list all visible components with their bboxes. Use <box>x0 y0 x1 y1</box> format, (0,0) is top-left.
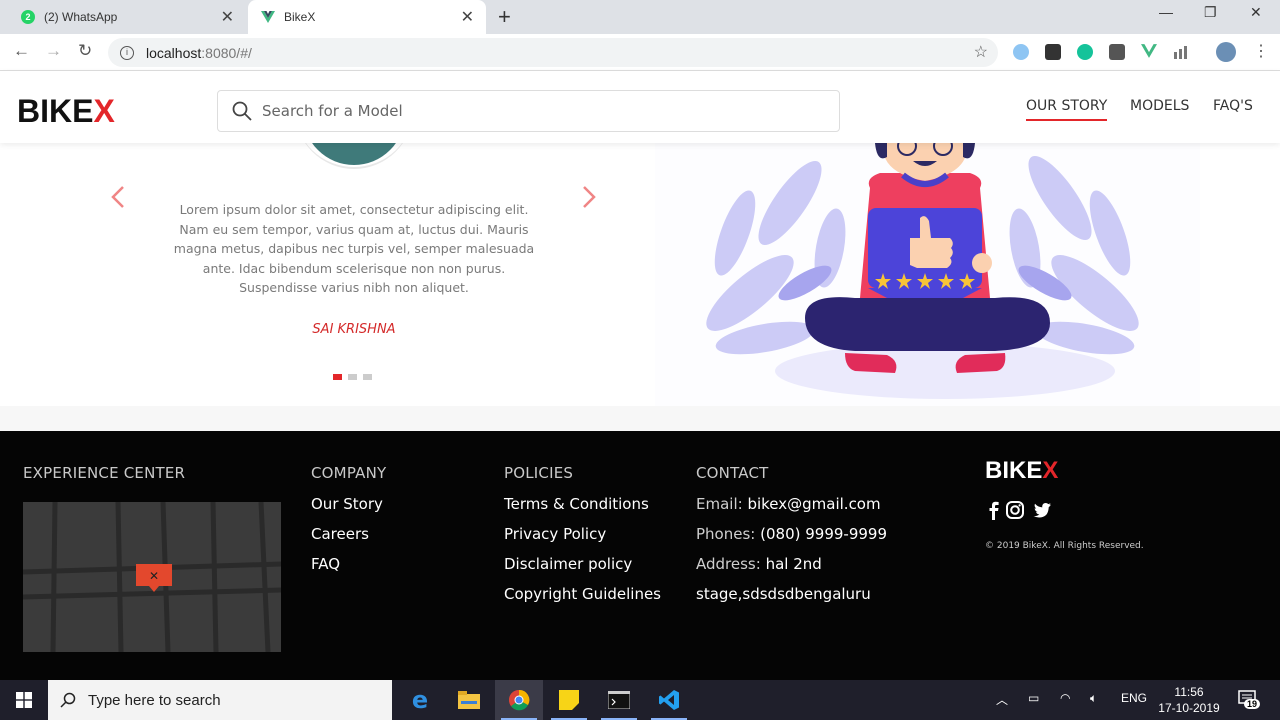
footer-link-disclaimer[interactable]: Disclaimer policy <box>504 555 632 573</box>
info-icon[interactable]: i <box>120 45 134 60</box>
reload-icon[interactable]: ↻ <box>78 41 92 61</box>
windows-start-icon[interactable] <box>0 680 48 720</box>
language-indicator[interactable]: ENG <box>1121 691 1147 705</box>
footer-heading-company: COMPANY <box>311 464 387 482</box>
file-explorer-icon[interactable] <box>445 680 493 720</box>
tab-bikex[interactable]: BikeX ✕ <box>248 0 486 34</box>
whatsapp-icon: 2 <box>20 9 36 25</box>
carousel-dot[interactable] <box>333 374 342 380</box>
nav-faqs[interactable]: FAQ'S <box>1213 98 1253 114</box>
footer-heading-policies: POLICIES <box>504 464 574 482</box>
tab-title: BikeX <box>284 10 316 24</box>
thumbs-up-illustration <box>655 143 1200 406</box>
url-path: :8080/#/ <box>201 44 252 61</box>
forward-icon[interactable]: → <box>45 41 62 61</box>
testimonial-quote: Lorem ipsum dolor sit amet, consectetur … <box>173 202 535 295</box>
copyright-text: © 2019 BikeX. All Rights Reserved. <box>985 541 1144 551</box>
clock-date: 17-10-2019 <box>1158 701 1220 715</box>
new-tab-icon[interactable]: + <box>498 4 511 30</box>
footer-logo[interactable]: BIKEX <box>985 457 1058 485</box>
close-icon[interactable]: ✕ <box>461 7 474 27</box>
stats-icon[interactable] <box>1173 44 1189 60</box>
site-header: BIKEX OUR STORY MODELS FAQ'S <box>0 71 1280 143</box>
volume-muted-icon[interactable]: 🔈︎ <box>1090 691 1097 706</box>
notification-count: 19 <box>1244 699 1261 709</box>
close-icon[interactable]: ✕ <box>221 7 234 27</box>
instagram-icon[interactable] <box>1005 500 1025 520</box>
site-footer: EXPERIENCE CENTER ✕ COMPANY Our Story Ca… <box>0 431 1280 680</box>
url-field[interactable]: i localhost:8080/#/ ☆ <box>108 38 998 67</box>
contact-address: Address: hal 2nd <box>696 555 822 573</box>
footer-link-privacy[interactable]: Privacy Policy <box>504 525 606 543</box>
browser-tabbar: 2 (2) WhatsApp ✕ BikeX ✕ + — ❐ ✕ <box>0 0 1280 34</box>
extension-icon[interactable] <box>1045 44 1061 60</box>
tab-title: (2) WhatsApp <box>44 10 118 24</box>
carousel-indicators <box>333 374 372 380</box>
window-close-icon[interactable]: ✕ <box>1250 4 1262 21</box>
edge-icon[interactable]: e <box>396 680 444 720</box>
svg-text:✕: ✕ <box>149 569 159 583</box>
wifi-icon[interactable]: ◠ <box>1060 691 1070 705</box>
nav-our-story[interactable]: OUR STORY <box>1026 98 1108 121</box>
back-icon[interactable]: ← <box>13 41 30 61</box>
vue-icon <box>260 9 276 25</box>
tray-chevron-up-icon[interactable]: ︿ <box>996 691 1008 708</box>
footer-link-our-story[interactable]: Our Story <box>311 495 383 513</box>
clock[interactable]: 11:56 17-10-2019 <box>1150 684 1228 716</box>
notifications-icon[interactable]: 19 <box>1238 690 1261 713</box>
tab-whatsapp[interactable]: 2 (2) WhatsApp ✕ <box>8 0 246 34</box>
contact-email: Email: bikex@gmail.com <box>696 495 881 513</box>
footer-heading-experience: EXPERIENCE CENTER <box>23 464 186 482</box>
clock-time: 11:56 <box>1174 685 1204 699</box>
extension-download-icon[interactable] <box>1109 44 1125 60</box>
location-map[interactable]: ✕ <box>23 502 281 652</box>
footer-link-terms[interactable]: Terms & Conditions <box>504 495 649 513</box>
profile-avatar[interactable] <box>1216 42 1236 62</box>
twitter-icon[interactable] <box>1032 500 1052 520</box>
chevron-left-icon[interactable] <box>110 185 126 209</box>
sticky-notes-icon[interactable] <box>545 680 593 720</box>
footer-link-careers[interactable]: Careers <box>311 525 369 543</box>
taskbar-search-placeholder: Type here to search <box>88 691 221 709</box>
model-search[interactable] <box>217 90 840 132</box>
site-logo[interactable]: BIKEX <box>17 93 115 130</box>
footer-link-copyright[interactable]: Copyright Guidelines <box>504 585 661 603</box>
facebook-icon[interactable] <box>984 500 1004 520</box>
search-input[interactable] <box>262 102 822 120</box>
minimize-icon[interactable]: — <box>1159 4 1173 20</box>
footer-heading-contact: CONTACT <box>696 464 769 482</box>
testimonial-author: SAI KRISHNA <box>312 322 396 337</box>
section-divider <box>0 406 1280 431</box>
restore-icon[interactable]: ❐ <box>1204 4 1217 21</box>
windows-taskbar: Type here to search e ︿ ▭ ◠ 🔈︎ ENG 11:56… <box>0 680 1280 720</box>
battery-icon[interactable]: ▭ <box>1028 691 1039 705</box>
contact-phone: Phones: (080) 9999-9999 <box>696 525 887 543</box>
testimonial-section: Lorem ipsum dolor sit amet, consectetur … <box>0 103 1280 406</box>
vue-devtools-icon[interactable] <box>1141 44 1157 60</box>
search-icon <box>232 101 252 121</box>
contact-address-line2: stage,sdsdsdbengaluru <box>696 585 871 603</box>
more-menu-icon[interactable]: ⋮ <box>1253 41 1269 61</box>
vscode-icon[interactable] <box>645 680 693 720</box>
url-host: localhost <box>146 44 202 61</box>
browser-addressbar: ← → ↻ i localhost:8080/#/ ☆ ⋮ <box>0 34 1280 71</box>
carousel-dot[interactable] <box>348 374 357 380</box>
search-icon <box>60 692 76 708</box>
extension-info-icon[interactable] <box>1013 44 1029 60</box>
bookmark-star-icon[interactable]: ☆ <box>974 42 988 62</box>
nav-models[interactable]: MODELS <box>1130 98 1189 114</box>
chrome-icon[interactable] <box>495 680 543 720</box>
taskbar-search[interactable]: Type here to search <box>48 680 392 720</box>
grammarly-icon[interactable] <box>1077 44 1093 60</box>
footer-link-faq[interactable]: FAQ <box>311 555 340 573</box>
terminal-icon[interactable] <box>595 680 643 720</box>
chevron-right-icon[interactable] <box>581 185 597 209</box>
carousel-dot[interactable] <box>363 374 372 380</box>
